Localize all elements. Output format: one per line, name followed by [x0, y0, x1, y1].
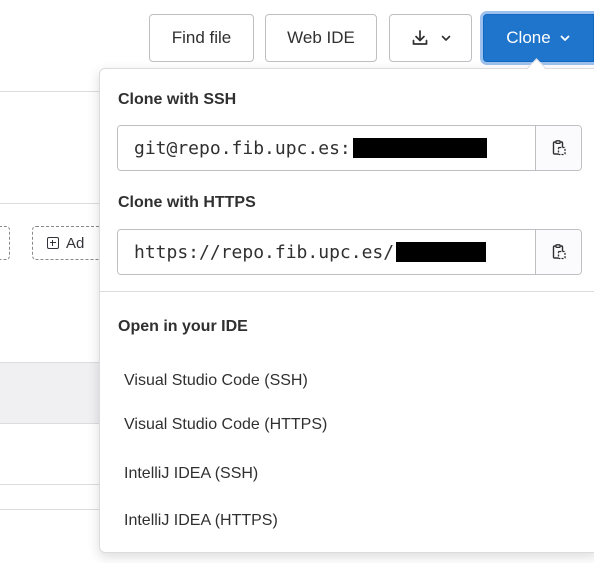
https-url-input[interactable]: https://repo.fib.upc.es/	[118, 230, 535, 274]
find-file-label: Find file	[171, 28, 232, 47]
background-panel	[0, 91, 99, 204]
ssh-url-text: git@repo.fib.upc.es:	[134, 137, 351, 159]
ide-option-intellij-https[interactable]: IntelliJ IDEA (HTTPS)	[124, 512, 278, 530]
download-button[interactable]	[389, 14, 472, 62]
clone-https-title: Clone with HTTPS	[118, 194, 256, 211]
chevron-down-icon	[560, 35, 570, 41]
ssh-url-input[interactable]: git@repo.fib.upc.es:	[118, 126, 535, 170]
redacted-text	[352, 138, 487, 158]
https-url-group: https://repo.fib.upc.es/	[117, 229, 582, 275]
copy-ssh-url-button[interactable]	[535, 126, 581, 170]
clipboard-icon	[552, 244, 566, 260]
clone-label: Clone	[506, 28, 551, 47]
web-ide-button[interactable]: Web IDE	[265, 14, 377, 62]
plus-square-icon	[47, 237, 59, 249]
clone-dropdown: Clone with SSH git@repo.fib.upc.es: Clon…	[99, 68, 594, 553]
background-divider	[0, 484, 99, 485]
background-dashed-button[interactable]	[0, 226, 10, 260]
clone-ssh-title: Clone with SSH	[118, 91, 237, 108]
background-divider	[0, 509, 99, 510]
copy-https-url-button[interactable]	[535, 230, 581, 274]
ide-option-intellij-ssh[interactable]: IntelliJ IDEA (SSH)	[124, 465, 258, 483]
redacted-text	[396, 242, 487, 262]
ide-option-vscode-ssh[interactable]: Visual Studio Code (SSH)	[124, 372, 308, 390]
web-ide-label: Web IDE	[287, 28, 355, 47]
open-in-ide-title: Open in your IDE	[118, 318, 248, 335]
add-button-label: Ad	[66, 234, 85, 252]
chevron-down-icon	[441, 35, 450, 41]
download-icon	[412, 30, 427, 45]
ssh-url-group: git@repo.fib.upc.es:	[117, 125, 582, 171]
background-table-header	[0, 362, 99, 424]
clipboard-icon	[552, 140, 566, 156]
find-file-button[interactable]: Find file	[149, 14, 254, 62]
ide-option-vscode-https[interactable]: Visual Studio Code (HTTPS)	[124, 416, 327, 434]
dropdown-divider	[100, 291, 594, 292]
https-url-text: https://repo.fib.upc.es/	[134, 241, 395, 263]
clone-button[interactable]: Clone	[483, 14, 594, 62]
